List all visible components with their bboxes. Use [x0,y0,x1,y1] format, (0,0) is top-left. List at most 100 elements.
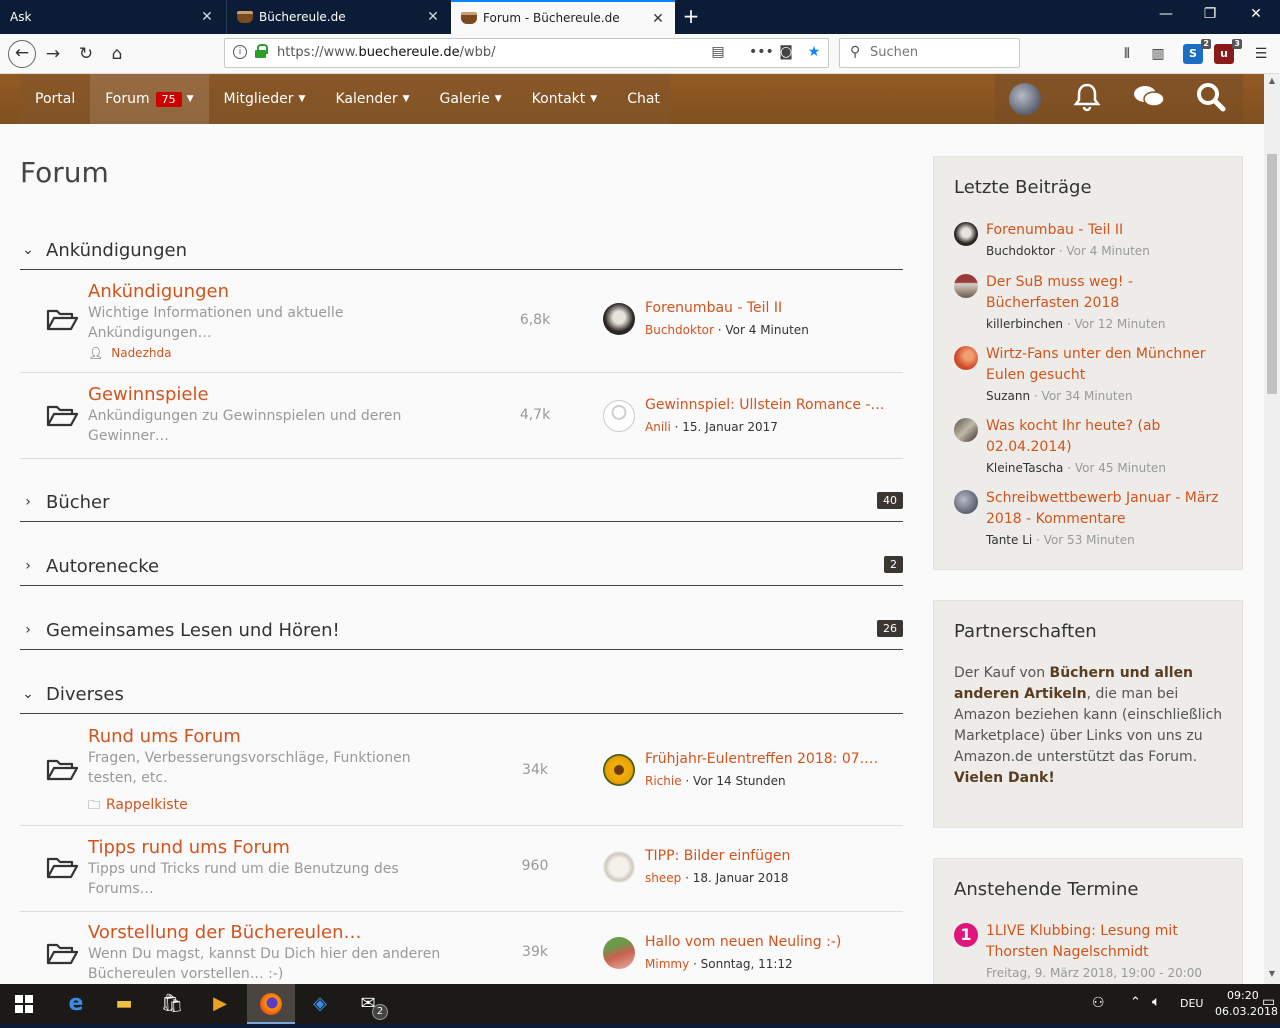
recent-post-title-link[interactable]: Schreibwettbewerb Januar - März 2018 - K… [986,488,1224,530]
store-icon[interactable]: 🛍︎ [148,984,196,1024]
menu-item-chat[interactable]: Chat [612,74,675,124]
recent-post-title-link[interactable]: Forenumbau - Teil II [986,220,1224,241]
ublock-icon[interactable]: u3 [1214,39,1242,64]
board-title-link[interactable]: Ankündigungen [88,281,229,302]
event-title-link[interactable]: 1LIVE Klubbing: Lesung mit Thorsten Nage… [986,921,1224,963]
sidebar-icon[interactable]: ▥ [1148,44,1168,64]
last-post-title-link[interactable]: TIPP: Bilder einfügen [645,848,885,864]
chevron-right-icon[interactable]: › [20,622,36,638]
recent-post-user[interactable]: Suzann [986,389,1030,403]
people-icon[interactable]: ⚇ [1092,995,1105,1011]
last-post-title-link[interactable]: Frühjahr-Eulentreffen 2018: 07.04.… [645,751,885,767]
recent-post-avatar[interactable] [954,222,978,246]
scrollbar-thumb[interactable] [1267,154,1277,394]
last-post-avatar[interactable] [603,400,635,432]
notifications-icon[interactable]: ▭ [1262,994,1275,1010]
board-title-link[interactable]: Vorstellung der Büchereulen… [88,922,362,943]
site-info-icon[interactable]: i [233,45,247,59]
last-post-title-link[interactable]: Gewinnspiel: Ullstein Romance - Z… [645,397,885,413]
edge-icon[interactable]: e [52,984,100,1024]
last-post-avatar[interactable] [603,303,635,335]
app-icon[interactable]: ◈ [296,984,344,1024]
notifications-button[interactable] [1069,82,1105,116]
volume-icon[interactable]: 🔈︎ [1152,994,1160,1010]
menu-item-forum[interactable]: Forum 75 ▼ [90,74,209,124]
category-buecher[interactable]: › Bücher 40 [20,486,903,522]
last-post-title-link[interactable]: Hallo vom neuen Neuling :-) [645,934,885,950]
search-input[interactable] [870,45,1010,60]
last-post-user-link[interactable]: Richie [645,774,682,788]
recent-post-avatar[interactable] [954,274,978,298]
windows-start-icon[interactable] [0,984,48,1024]
user-avatar-button[interactable] [1007,82,1043,116]
site-search-button[interactable] [1193,82,1229,116]
language-indicator[interactable]: DEU [1180,997,1203,1010]
board-title-link[interactable]: Tipps rund ums Forum [88,837,290,858]
scroll-up-icon[interactable]: ▲ [1264,76,1280,85]
chevron-right-icon[interactable]: › [20,558,36,574]
firefox-taskbar-icon[interactable] [247,984,295,1024]
recent-post-avatar[interactable] [954,346,978,370]
media-player-icon[interactable]: ▶ [196,984,244,1024]
pocket-icon[interactable]: ◙ [777,44,795,60]
search-box[interactable]: ⚲ [839,38,1020,68]
scroll-down-icon[interactable]: ▼ [1264,969,1280,978]
conversations-button[interactable] [1131,82,1167,116]
last-post-user-link[interactable]: Anili [645,420,671,434]
new-tab-icon[interactable]: + [680,4,702,28]
last-post-title-link[interactable]: Forenumbau - Teil II [645,300,885,316]
window-close-icon[interactable]: ✕ [1246,6,1266,22]
close-icon[interactable]: ✕ [426,9,440,25]
library-icon[interactable]: ⫴ [1117,44,1137,64]
restore-icon[interactable]: ❐ [1200,6,1220,22]
menu-item-mitglieder[interactable]: Mitglieder ▼ [209,74,321,124]
forward-icon[interactable]: → [41,42,65,66]
mail-icon[interactable]: ✉ 2 [344,984,392,1024]
moderator-link[interactable]: Nadezhda [111,346,171,360]
last-post-user-link[interactable]: Buchdoktor [645,323,714,337]
category-diverses[interactable]: ⌄ Diverses [20,678,903,714]
last-post-user-link[interactable]: Mimmy [645,957,689,971]
file-explorer-icon[interactable]: ▬ [100,984,148,1024]
home-icon[interactable]: ⌂ [105,42,129,66]
last-post-avatar[interactable] [603,851,635,883]
subforum-link[interactable]: Rappelkiste [106,797,188,813]
board-title-link[interactable]: Rund ums Forum [88,726,241,747]
tab-forum-active[interactable]: Forum - Büchereule.de ✕ [451,0,675,34]
url-bar[interactable]: i https://www.buechereule.de/wbb/ ▤ ••• … [224,38,829,68]
last-post-avatar[interactable] [603,937,635,969]
bookmark-star-icon[interactable]: ★ [805,44,823,60]
category-ankuendigungen[interactable]: ⌄ Ankündigungen [20,234,903,270]
reload-icon[interactable]: ↻ [74,42,98,66]
menu-item-kalender[interactable]: Kalender ▼ [320,74,424,124]
board-title-link[interactable]: Gewinnspiele [88,384,209,405]
close-icon[interactable]: ✕ [200,9,214,25]
last-post-avatar[interactable] [603,754,635,786]
recent-post-title-link[interactable]: Wirtz-Fans unter den Münchner Eulen gesu… [986,344,1224,386]
chevron-down-icon[interactable]: ⌄ [20,242,36,258]
menu-item-galerie[interactable]: Galerie ▼ [425,74,517,124]
clock-time[interactable]: 09:20 [1227,989,1259,1002]
menu-icon[interactable]: ☰ [1251,44,1271,64]
recent-post-user[interactable]: Buchdoktor [986,244,1055,258]
recent-post-user[interactable]: KleineTascha [986,461,1063,475]
tab-ask[interactable]: Ask ✕ [0,0,224,34]
tab-buechereule[interactable]: Büchereule.de ✕ [226,0,450,34]
category-autorenecke[interactable]: › Autorenecke 2 [20,550,903,586]
close-icon[interactable]: ✕ [651,11,665,27]
chevron-down-icon[interactable]: ⌄ [20,686,36,702]
chevron-right-icon[interactable]: › [20,494,36,510]
recent-post-title-link[interactable]: Was kocht Ihr heute? (ab 02.04.2014) [986,416,1224,458]
recent-post-avatar[interactable] [954,418,978,442]
reader-icon[interactable]: ▤ [709,44,727,60]
recent-post-title-link[interactable]: Der SuB muss weg! - Bücherfasten 2018 [986,272,1224,314]
back-icon[interactable]: ← [8,40,36,68]
last-post-user-link[interactable]: sheep [645,871,681,885]
s-extension-icon[interactable]: S2 [1183,39,1211,64]
category-gemeinsames-lesen[interactable]: › Gemeinsames Lesen und Hören! 26 [20,614,903,650]
recent-post-user[interactable]: killerbinchen [986,317,1063,331]
more-icon[interactable]: ••• [749,44,774,60]
recent-post-user[interactable]: Tante Li [986,533,1032,547]
page-scrollbar[interactable]: ▲ ▼ [1264,74,1280,984]
minimize-icon[interactable]: — [1156,6,1176,22]
